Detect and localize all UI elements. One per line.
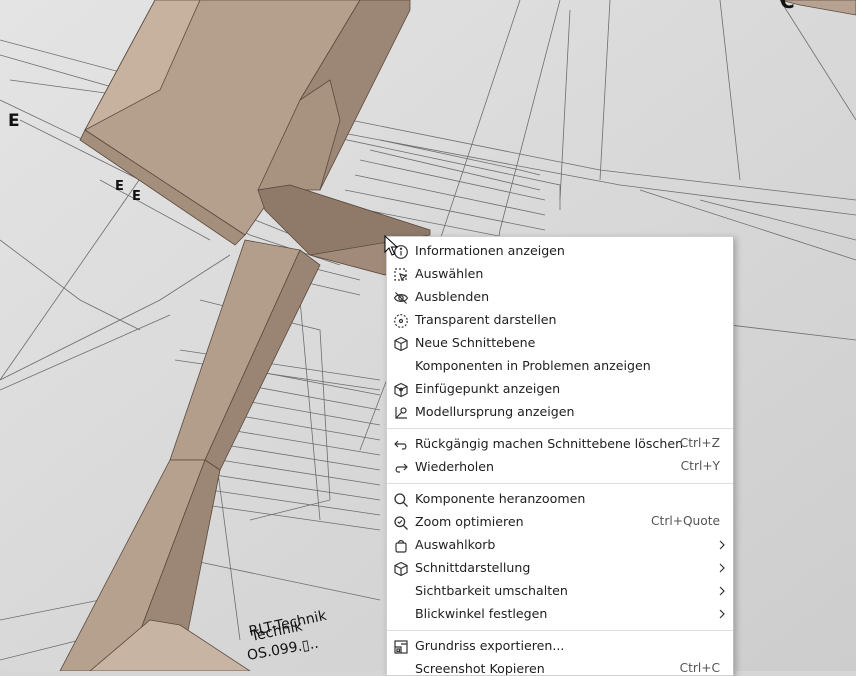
menu-item-label: Grundriss exportieren... xyxy=(415,638,565,653)
menu-item-blickwinkel-festlegen[interactable]: Blickwinkel festlegen xyxy=(387,603,733,626)
menu-item-rueckgaengig[interactable]: Rückgängig machen Schnittebene löschen C… xyxy=(387,433,733,456)
menu-item-label: Komponenten in Problemen anzeigen xyxy=(415,358,651,373)
menu-item-grundriss-exportieren[interactable]: Grundriss exportieren... xyxy=(387,635,733,658)
mouse-pointer-icon xyxy=(384,234,399,257)
redo-icon xyxy=(393,460,409,476)
menu-item-auswaehlen[interactable]: Auswählen xyxy=(387,263,733,286)
shortcut-label: Ctrl+C xyxy=(679,661,720,675)
shortcut-label: Ctrl+Z xyxy=(679,436,720,450)
menu-item-label: Informationen anzeigen xyxy=(415,243,565,258)
shortcut-label: Ctrl+Y xyxy=(680,459,720,473)
menu-item-label: Komponente heranzoomen xyxy=(415,491,586,506)
transparent-icon xyxy=(393,313,409,329)
chevron-right-icon xyxy=(717,585,727,597)
context-menu: Informationen anzeigen Auswählen Ausblen… xyxy=(386,236,734,676)
menu-item-einfuegepunkt[interactable]: Einfügepunkt anzeigen xyxy=(387,378,733,401)
menu-item-label: Ausblenden xyxy=(415,289,490,304)
menu-item-transparent[interactable]: Transparent darstellen xyxy=(387,309,733,332)
menu-item-screenshot-kopieren[interactable]: Screenshot Kopieren Ctrl+C xyxy=(387,658,733,676)
select-icon xyxy=(393,267,409,283)
grid-label-e: E xyxy=(115,179,124,194)
chevron-right-icon xyxy=(717,608,727,620)
grid-label-c: C xyxy=(780,0,795,13)
chevron-right-icon xyxy=(717,562,727,574)
basket-icon xyxy=(393,538,409,554)
grid-label-e: E xyxy=(8,111,20,131)
menu-item-komponenten-in-problemen[interactable]: Komponenten in Problemen anzeigen xyxy=(387,355,733,378)
menu-separator xyxy=(387,483,733,484)
section-cube-icon xyxy=(393,336,409,352)
menu-item-label: Zoom optimieren xyxy=(415,514,524,529)
menu-item-modellursprung[interactable]: Modellursprung anzeigen xyxy=(387,401,733,424)
eye-slash-icon xyxy=(393,290,409,306)
menu-separator xyxy=(387,428,733,429)
menu-item-label: Screenshot Kopieren xyxy=(415,661,545,676)
menu-item-label: Auswählen xyxy=(415,266,484,281)
menu-item-ausblenden[interactable]: Ausblenden xyxy=(387,286,733,309)
chevron-right-icon xyxy=(717,539,727,551)
menu-item-schnittdarstellung[interactable]: Schnittdarstellung xyxy=(387,557,733,580)
menu-item-label: Auswahlkorb xyxy=(415,537,496,552)
menu-item-neue-schnittebene[interactable]: Neue Schnittebene xyxy=(387,332,733,355)
zoom-fit-icon xyxy=(393,515,409,531)
menu-item-sichtbarkeit-umschalten[interactable]: Sichtbarkeit umschalten xyxy=(387,580,733,603)
menu-item-label: Modellursprung anzeigen xyxy=(415,404,575,419)
insertion-point-icon xyxy=(393,382,409,398)
floorplan-export-icon xyxy=(393,639,409,655)
menu-item-label: Schnittdarstellung xyxy=(415,560,531,575)
menu-separator xyxy=(387,630,733,631)
menu-item-label: Sichtbarkeit umschalten xyxy=(415,583,568,598)
zoom-icon xyxy=(393,492,409,508)
menu-item-auswahlkorb[interactable]: Auswahlkorb xyxy=(387,534,733,557)
menu-item-label: Rückgängig machen Schnittebene löschen xyxy=(415,436,684,451)
menu-item-label: Blickwinkel festlegen xyxy=(415,606,548,621)
menu-item-label: Einfügepunkt anzeigen xyxy=(415,381,561,396)
menu-item-label: Neue Schnittebene xyxy=(415,335,536,350)
menu-item-label: Wiederholen xyxy=(415,459,495,474)
section-view-icon xyxy=(393,561,409,577)
menu-item-wiederholen[interactable]: Wiederholen Ctrl+Y xyxy=(387,456,733,479)
undo-icon xyxy=(393,437,409,453)
menu-item-label: Transparent darstellen xyxy=(415,312,557,327)
menu-item-zoom-optimieren[interactable]: Zoom optimieren Ctrl+Quote xyxy=(387,511,733,534)
menu-item-komponente-heranzoomen[interactable]: Komponente heranzoomen xyxy=(387,488,733,511)
menu-item-informationen[interactable]: Informationen anzeigen xyxy=(387,240,733,263)
grid-label-e: E xyxy=(132,189,141,204)
shortcut-label: Ctrl+Quote xyxy=(651,514,720,528)
model-origin-icon xyxy=(393,405,409,421)
